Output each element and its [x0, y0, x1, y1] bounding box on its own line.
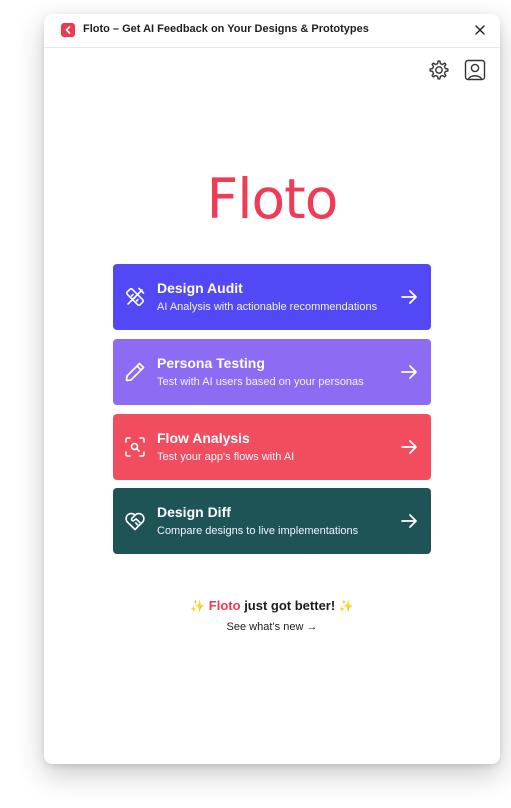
announcement: ✨ Floto just got better! ✨ — [44, 598, 500, 613]
settings-button[interactable] — [427, 58, 451, 82]
flow-analysis-card[interactable]: Flow Analysis Test your app's flows with… — [113, 414, 431, 480]
gear-icon — [429, 60, 449, 80]
sparkle-icon: ✨ — [190, 599, 206, 613]
card-title: Persona Testing — [157, 355, 265, 371]
app-window: Floto – Get AI Feedback on Your Designs … — [44, 14, 500, 764]
card-title: Flow Analysis — [157, 430, 250, 446]
sparkle-icon: ✨ — [338, 599, 354, 613]
card-title: Design Audit — [157, 280, 243, 296]
whats-new-link[interactable]: See what’s new → — [44, 621, 500, 633]
window-title: Floto – Get AI Feedback on Your Designs … — [83, 23, 369, 35]
announcement-brand: Floto — [208, 598, 241, 613]
card-subtitle: Test with AI users based on your persona… — [157, 376, 364, 388]
card-subtitle: Compare designs to live implementations — [157, 525, 359, 537]
arrow-right-icon — [401, 440, 417, 454]
arrow-right-icon — [401, 365, 417, 379]
floto-logo: Floto — [206, 167, 339, 231]
arrow-right-icon — [401, 290, 417, 304]
design-diff-card[interactable]: Design Diff Compare designs to live impl… — [113, 488, 431, 554]
user-profile-icon — [464, 59, 486, 81]
close-icon — [475, 25, 485, 35]
design-audit-card[interactable]: Design Audit AI Analysis with actionable… — [113, 264, 431, 330]
pencil-icon — [125, 362, 145, 382]
heart-handshake-icon — [125, 512, 145, 531]
close-button[interactable] — [472, 22, 488, 38]
arrow-right-icon — [401, 514, 417, 528]
scan-search-icon — [125, 437, 145, 457]
card-title: Design Diff — [157, 504, 231, 520]
title-bar: Floto – Get AI Feedback on Your Designs … — [44, 14, 500, 48]
card-subtitle: Test your app's flows with AI — [157, 451, 295, 463]
floto-app-icon — [61, 23, 75, 37]
announcement-text: just got better! — [244, 598, 336, 613]
tools-icon — [125, 287, 145, 307]
card-subtitle: AI Analysis with actionable recommendati… — [157, 301, 378, 313]
profile-button[interactable] — [463, 58, 487, 82]
persona-testing-card[interactable]: Persona Testing Test with AI users based… — [113, 339, 431, 405]
